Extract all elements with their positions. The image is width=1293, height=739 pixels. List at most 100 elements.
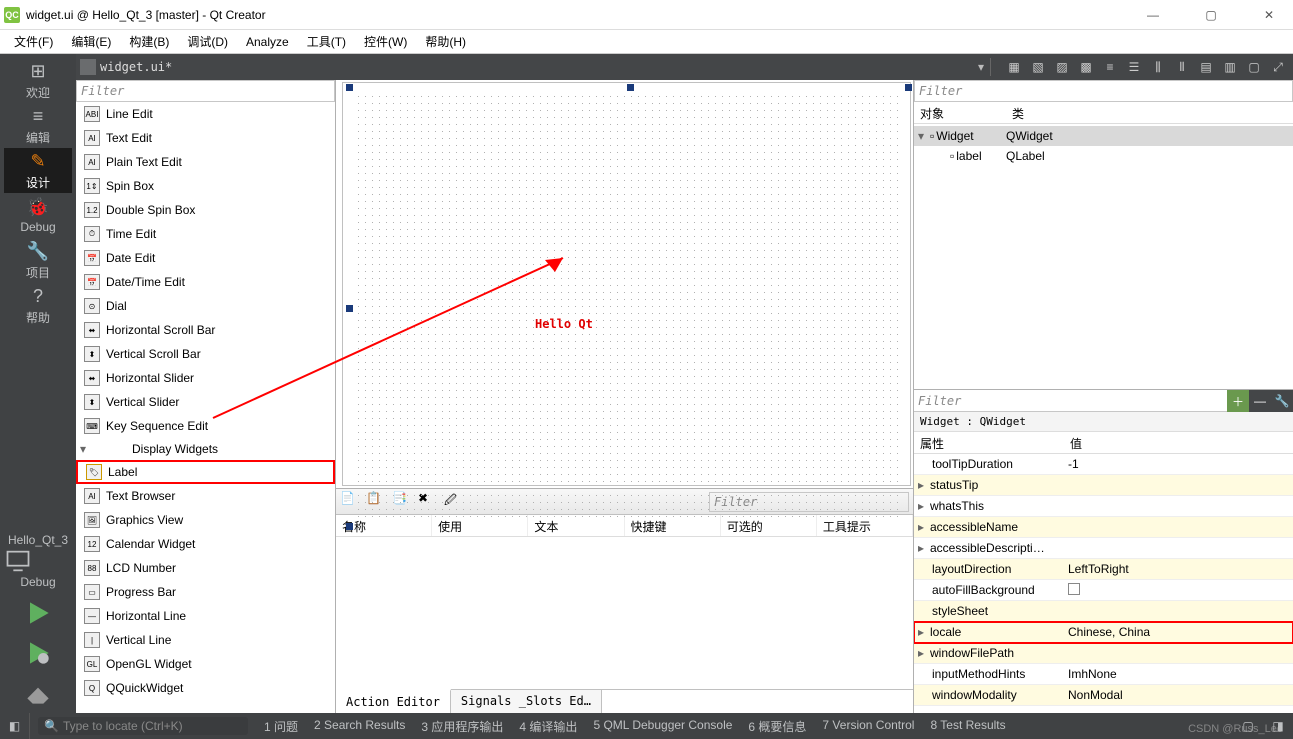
widget-item-label[interactable]: 🏷Label — [76, 460, 335, 484]
property-value[interactable]: LeftToRight — [1064, 562, 1293, 576]
widget-item[interactable]: ⬌Horizontal Scroll Bar — [76, 318, 335, 342]
mode-debug[interactable]: 🐞Debug — [4, 193, 72, 238]
output-tab[interactable]: 6 概要信息 — [740, 718, 814, 735]
property-value[interactable]: Chinese, China — [1064, 625, 1293, 639]
widget-item[interactable]: AIPlain Text Edit — [76, 150, 335, 174]
widget-item[interactable]: ⏱Time Edit — [76, 222, 335, 246]
widget-item[interactable]: AIText Browser — [76, 484, 335, 508]
mode-projects[interactable]: 🔧项目 — [4, 238, 72, 283]
resize-handle[interactable] — [346, 305, 353, 312]
object-filter[interactable]: Filter — [914, 80, 1293, 102]
widget-item[interactable]: ⬍Vertical Scroll Bar — [76, 342, 335, 366]
widget-item[interactable]: ⊙Dial — [76, 294, 335, 318]
property-row[interactable]: toolTipDuration-1 — [914, 454, 1293, 475]
property-row[interactable]: layoutDirectionLeftToRight — [914, 559, 1293, 580]
widget-item[interactable]: AIText Edit — [76, 126, 335, 150]
document-dropdown-icon[interactable]: ▾ — [978, 60, 984, 74]
widgetbox-filter[interactable]: Filter — [76, 80, 335, 102]
toggle-sidebar-icon[interactable]: ◧ — [0, 713, 30, 739]
form-canvas[interactable]: Hello Qt — [342, 82, 911, 486]
property-row[interactable]: ▸localeChinese, China — [914, 622, 1293, 643]
property-row[interactable]: ▸statusTip — [914, 475, 1293, 496]
edit-signals-icon[interactable]: ▧ — [1027, 56, 1049, 78]
adjust-size-icon[interactable]: ⤢ — [1267, 56, 1289, 78]
object-tree[interactable]: ▾▫WidgetQWidget▫labelQLabel — [914, 124, 1293, 389]
resize-handle[interactable] — [627, 84, 634, 91]
chevron-right-icon[interactable]: ▸ — [918, 499, 928, 513]
add-property-icon[interactable]: ＋ — [1227, 390, 1249, 412]
chevron-right-icon[interactable]: ▸ — [918, 520, 928, 534]
col-value[interactable]: 值 — [1064, 432, 1088, 453]
output-tab[interactable]: 7 Version Control — [814, 718, 922, 735]
chevron-right-icon[interactable]: ▸ — [918, 478, 928, 492]
property-row[interactable]: ▸accessibleName — [914, 517, 1293, 538]
col-class[interactable]: 类 — [1006, 102, 1030, 123]
property-row[interactable]: ▸windowFilePath — [914, 643, 1293, 664]
tab-signals-slots[interactable]: Signals _Slots Ed… — [451, 690, 602, 713]
col-property[interactable]: 属性 — [914, 432, 1064, 453]
kit-selector[interactable]: Hello_Qt_3 Debug — [4, 529, 72, 593]
widget-item[interactable]: ▭Progress Bar — [76, 580, 335, 604]
layout-h-icon[interactable]: ≡ — [1099, 56, 1121, 78]
property-row[interactable]: styleSheet — [914, 601, 1293, 622]
menu-file[interactable]: 文件(F) — [6, 31, 61, 52]
widget-item[interactable]: 📅Date/Time Edit — [76, 270, 335, 294]
chevron-right-icon[interactable]: ▸ — [918, 625, 928, 639]
layout-grid-icon[interactable]: ▤ — [1195, 56, 1217, 78]
widget-item[interactable]: 88LCD Number — [76, 556, 335, 580]
widget-item[interactable]: QQQuickWidget — [76, 676, 335, 700]
property-row[interactable]: ▸whatsThis — [914, 496, 1293, 517]
menu-widgets[interactable]: 控件(W) — [356, 31, 415, 52]
widget-item[interactable]: 12Calendar Widget — [76, 532, 335, 556]
property-value[interactable]: NonModal — [1064, 688, 1293, 702]
property-list[interactable]: toolTipDuration-1▸statusTip▸whatsThis▸ac… — [914, 454, 1293, 713]
menu-edit[interactable]: 编辑(E) — [63, 31, 119, 52]
widget-item[interactable]: |Vertical Line — [76, 628, 335, 652]
mode-help[interactable]: ?帮助 — [4, 283, 72, 328]
locator-input[interactable]: 🔍Type to locate (Ctrl+K) — [38, 717, 248, 735]
edit-buddies-icon[interactable]: ▨ — [1051, 56, 1073, 78]
mode-edit[interactable]: ≡编辑 — [4, 103, 72, 148]
object-row[interactable]: ▾▫WidgetQWidget — [914, 126, 1293, 146]
configure-property-icon[interactable]: 🔧 — [1271, 390, 1293, 412]
widget-item[interactable]: 📅Date Edit — [76, 246, 335, 270]
resize-handle[interactable] — [346, 523, 353, 530]
resize-handle[interactable] — [346, 84, 353, 91]
menu-help[interactable]: 帮助(H) — [417, 31, 474, 52]
property-row[interactable]: autoFillBackground — [914, 580, 1293, 601]
output-tab[interactable]: 5 QML Debugger Console — [585, 718, 740, 735]
property-row[interactable]: ▸accessibleDescripti… — [914, 538, 1293, 559]
menu-analyze[interactable]: Analyze — [238, 33, 297, 51]
mode-welcome[interactable]: ⊞欢迎 — [4, 58, 72, 103]
output-tab[interactable]: 3 应用程序输出 — [413, 718, 511, 735]
widget-item[interactable]: ⬌Horizontal Slider — [76, 366, 335, 390]
layout-v-icon[interactable]: ☰ — [1123, 56, 1145, 78]
chevron-right-icon[interactable]: ▸ — [918, 541, 928, 555]
widget-item[interactable]: ABILine Edit — [76, 102, 335, 126]
widget-category[interactable]: ▾Display Widgets — [76, 438, 335, 460]
property-value[interactable]: -1 — [1064, 457, 1293, 471]
menu-tools[interactable]: 工具(T) — [299, 31, 354, 52]
break-layout-icon[interactable]: ▢ — [1243, 56, 1265, 78]
property-filter[interactable]: Filter — [914, 390, 1227, 411]
close-button[interactable]: ✕ — [1249, 3, 1289, 27]
action-table[interactable]: 名称 使用 文本 快捷键 可选的 工具提示 — [336, 515, 913, 689]
menu-build[interactable]: 构建(B) — [121, 31, 177, 52]
layout-form-icon[interactable]: ▥ — [1219, 56, 1241, 78]
widget-item[interactable]: 🖼Graphics View — [76, 508, 335, 532]
widget-list[interactable]: ABILine EditAIText EditAIPlain Text Edit… — [76, 102, 335, 713]
layout-vsplit-icon[interactable]: ⫴ — [1171, 56, 1193, 78]
build-button[interactable] — [22, 677, 54, 709]
mode-design[interactable]: ✎设计 — [4, 148, 72, 193]
maximize-button[interactable]: ▢ — [1191, 3, 1231, 27]
col-object[interactable]: 对象 — [914, 102, 1006, 123]
hello-qt-label[interactable]: Hello Qt — [535, 317, 593, 331]
checkbox[interactable] — [1068, 583, 1080, 595]
output-tab[interactable]: 8 Test Results — [922, 718, 1013, 735]
resize-handle[interactable] — [905, 84, 912, 91]
form-widget[interactable]: Hello Qt — [349, 87, 909, 527]
layout-hsplit-icon[interactable]: ⫼ — [1147, 56, 1169, 78]
widget-item[interactable]: ⌨Key Sequence Edit — [76, 414, 335, 438]
widget-item[interactable]: —Horizontal Line — [76, 604, 335, 628]
run-button[interactable] — [22, 597, 54, 629]
